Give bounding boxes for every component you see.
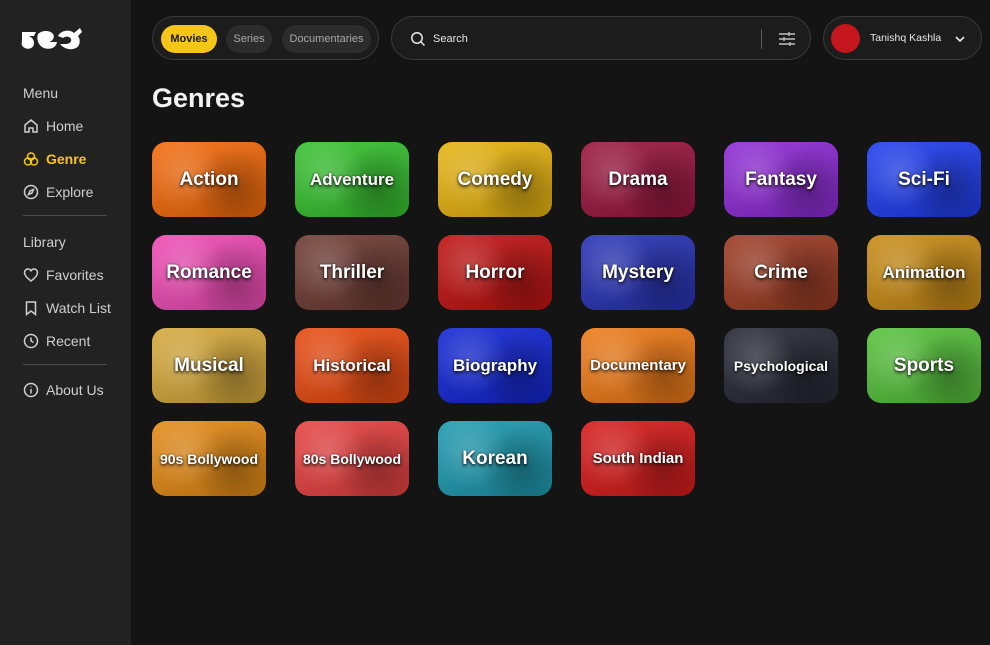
genre-card-thriller[interactable]: Thriller [295,235,409,310]
nav-item-recent[interactable]: Recent [23,331,90,351]
nav-item-explore[interactable]: Explore [23,182,93,202]
nav-item-label: Explore [46,184,94,200]
user-name: Tanishq Kashla [870,32,942,44]
avatar [831,24,860,53]
genre-card-label: Action [179,168,239,190]
genre-card-label: South Indian [592,450,684,467]
nav-item-label: Recent [46,333,91,349]
genre-card-adventure[interactable]: Adventure [295,142,409,217]
genre-card-drama[interactable]: Drama [581,142,695,217]
tab-movies[interactable]: Movies [161,25,217,53]
genre-card-label: Horror [465,261,525,283]
search-bar [391,16,811,60]
genre-card-sports[interactable]: Sports [867,328,981,403]
page-title: Genres [152,83,246,113]
genre-card-label: Korean [462,447,528,469]
library-section-label: Library [23,234,66,250]
filter-sliders-icon[interactable] [778,30,796,48]
genre-card-label: Biography [452,355,538,375]
genre-card-label: Thriller [319,261,385,283]
content-type-tabs: Movies Series Documentaries [152,16,379,60]
genre-card-label: Mystery [602,261,674,283]
genre-card-romance[interactable]: Romance [152,235,266,310]
genre-card-label: 80s Bollywood [302,450,402,467]
genre-card-label: Drama [608,168,668,190]
genre-card-south-indian[interactable]: South Indian [581,421,695,496]
tab-documentaries[interactable]: Documentaries [282,25,371,53]
genre-card-historical[interactable]: Historical [295,328,409,403]
genre-card-action[interactable]: Action [152,142,266,217]
info-icon [23,382,39,398]
app-logo[interactable] [20,24,84,54]
genre-card-label: Animation [882,262,966,282]
genre-card-mystery[interactable]: Mystery [581,235,695,310]
genre-card-fantasy[interactable]: Fantasy [724,142,838,217]
genre-card-musical[interactable]: Musical [152,328,266,403]
genre-card-label: 90s Bollywood [159,450,259,467]
genre-card-label: Sports [893,354,955,376]
sidebar-divider [23,215,107,216]
genre-card-label: Psychological [733,357,829,374]
genre-card-80s-bollywood[interactable]: 80s Bollywood [295,421,409,496]
genre-card-90s-bollywood[interactable]: 90s Bollywood [152,421,266,496]
user-menu[interactable]: Tanishq Kashla [823,16,982,60]
genre-card-label: Fantasy [745,168,817,190]
nav-item-label: About Us [46,382,104,398]
nav-item-home[interactable]: Home [23,116,83,136]
genre-card-label: Crime [754,261,808,283]
nav-item-label: Favorites [46,267,104,283]
genre-card-label: Romance [166,261,252,283]
genre-card-label: Documentary [590,357,686,374]
genre-card-label: Sci-Fi [898,168,950,190]
search-input[interactable] [433,29,733,49]
genre-card-crime[interactable]: Crime [724,235,838,310]
nav-item-label: Home [46,118,84,134]
genre-card-label: Musical [174,354,244,376]
genre-card-biography[interactable]: Biography [438,328,552,403]
genre-card-sci-fi[interactable]: Sci-Fi [867,142,981,217]
genre-card-documentary[interactable]: Documentary [581,328,695,403]
genre-card-label: Comedy [457,168,533,190]
compass-icon [23,184,39,200]
nav-item-label: Genre [46,151,87,167]
nav-item-watch-list[interactable]: Watch List [23,298,111,318]
genre-card-horror[interactable]: Horror [438,235,552,310]
heart-icon [23,268,39,282]
sidebar-divider [23,364,107,365]
genre-card-label: Historical [313,355,391,375]
sidebar: Menu Home Genre Explore Library Favorite… [0,0,131,645]
genre-card-korean[interactable]: Korean [438,421,552,496]
search-icon [411,32,426,47]
genre-card-animation[interactable]: Animation [867,235,981,310]
genre-card-psychological[interactable]: Psychological [724,328,838,403]
tab-series[interactable]: Series [226,25,272,53]
search-divider [761,29,762,49]
genre-icon [23,152,39,166]
menu-section-label: Menu [23,85,59,101]
genre-card-label: Adventure [309,169,395,189]
nav-item-label: Watch List [46,300,111,316]
clock-icon [23,333,39,349]
nav-item-favorites[interactable]: Favorites [23,265,104,285]
nav-item-about-us[interactable]: About Us [23,380,104,400]
genre-card-comedy[interactable]: Comedy [438,142,552,217]
nav-item-genre[interactable]: Genre [23,149,86,169]
home-icon [24,119,38,133]
chevron-down-icon [955,36,965,43]
bookmark-icon [25,301,37,316]
